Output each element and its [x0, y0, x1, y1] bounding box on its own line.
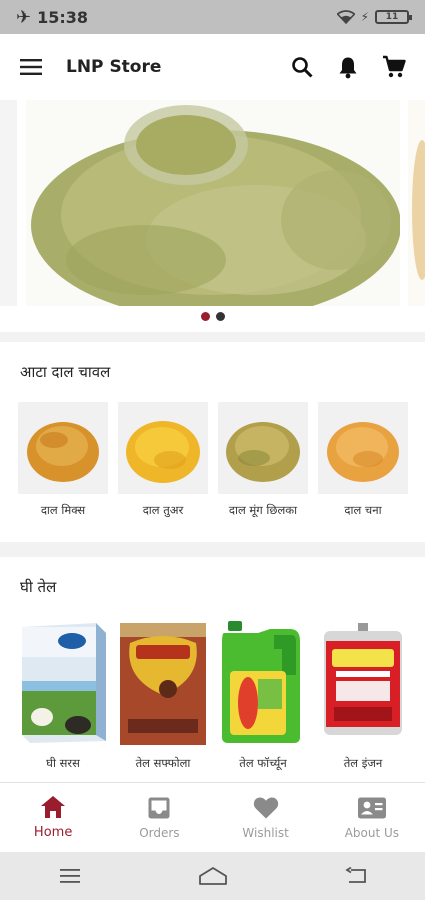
toor-dal-image — [126, 421, 200, 483]
ghee-saras-pack-image — [22, 623, 106, 743]
product-card[interactable]: तेल इंजन — [318, 619, 408, 771]
carousel-dot-active[interactable] — [200, 312, 210, 321]
category-section-atta-dal-chawal: आटा दाल चावल दाल मिक्स दाल तुअर दाल मूंग… — [0, 342, 425, 542]
cart-button[interactable] — [381, 54, 407, 80]
nav-wishlist[interactable]: Wishlist — [213, 783, 319, 852]
product-card[interactable]: दाल मूंग छिलका — [218, 402, 308, 518]
search-button[interactable] — [289, 54, 315, 80]
home-icon — [41, 796, 66, 818]
product-image — [118, 402, 208, 494]
system-navigation-bar — [0, 852, 425, 900]
product-card[interactable]: दाल तुअर — [118, 402, 208, 518]
product-card[interactable]: दाल चना — [318, 402, 408, 518]
product-card[interactable]: घी सरस — [18, 619, 108, 771]
inbox-icon — [148, 797, 170, 818]
dal-mix-image — [27, 422, 99, 482]
product-row: दाल मिक्स दाल तुअर दाल मूंग छिलका दाल चन… — [18, 402, 408, 518]
product-name: तेल इंजन — [343, 756, 383, 770]
recent-apps-icon[interactable] — [59, 868, 81, 884]
bell-icon — [339, 57, 357, 78]
search-icon — [292, 57, 313, 78]
engine-oil-tin-image — [324, 623, 402, 735]
product-name: घी सरस — [46, 756, 80, 770]
product-name: तेल फॉर्च्यून — [239, 756, 287, 770]
fortune-oil-jar-image — [222, 621, 300, 743]
nav-orders[interactable]: Orders — [106, 783, 212, 852]
bottom-navigation: Home Orders Wishlist About Us — [0, 782, 425, 852]
banner-slide-next[interactable] — [408, 100, 425, 306]
product-image — [318, 619, 408, 747]
product-image — [18, 619, 108, 747]
banner-slide-previous[interactable] — [0, 100, 17, 306]
back-icon[interactable] — [344, 867, 367, 885]
wifi-icon — [336, 10, 355, 24]
fennel-seeds-image — [26, 100, 400, 306]
carousel-indicator — [0, 312, 425, 321]
app-title: LNP Store — [66, 57, 162, 77]
charging-icon: ⚡ — [360, 10, 369, 24]
category-section-ghee-tel: घी तेल घी सरस तेल सफ्फोला तेल फॉर्च्यून … — [0, 557, 425, 782]
product-name: दाल चना — [344, 503, 382, 517]
notifications-button[interactable] — [335, 54, 361, 80]
status-indicators: ⚡ 11 — [336, 10, 412, 24]
product-image — [18, 402, 108, 494]
battery-icon: 11 — [375, 10, 412, 24]
banner-carousel[interactable] — [0, 100, 425, 332]
product-card[interactable]: दाल मिक्स — [18, 402, 108, 518]
contact-card-icon — [357, 797, 386, 818]
nav-label: Home — [33, 825, 73, 840]
cart-icon — [383, 55, 406, 78]
status-bar: ✈ 15:38 ⚡ 11 — [0, 0, 425, 34]
app-bar: LNP Store — [0, 34, 425, 100]
product-image — [318, 402, 408, 494]
product-name: दाल मिक्स — [40, 503, 86, 517]
chana-dal-image — [327, 422, 399, 482]
nav-home[interactable]: Home — [0, 783, 106, 852]
nav-label: About Us — [344, 825, 400, 840]
product-image — [218, 619, 308, 747]
nav-label: Orders — [139, 825, 180, 840]
menu-button[interactable] — [18, 54, 44, 80]
product-card[interactable]: तेल सफ्फोला — [118, 619, 208, 771]
section-title: आटा दाल चावल — [20, 363, 111, 381]
spice-image — [412, 140, 425, 280]
saffola-pack-image — [120, 623, 206, 745]
status-time: 15:38 — [37, 7, 89, 27]
product-image — [118, 619, 208, 747]
nav-about-us[interactable]: About Us — [319, 783, 425, 852]
airplane-mode-icon: ✈ — [16, 6, 32, 28]
product-card[interactable]: तेल फॉर्च्यून — [218, 619, 308, 771]
section-title: घी तेल — [20, 578, 57, 596]
nav-label: Wishlist — [242, 825, 289, 840]
carousel-dot[interactable] — [215, 312, 225, 321]
product-name: तेल सफ्फोला — [135, 756, 191, 770]
banner-slide[interactable] — [26, 100, 400, 306]
hamburger-icon — [20, 59, 42, 75]
product-row: घी सरस तेल सफ्फोला तेल फॉर्च्यून तेल इंज… — [18, 619, 408, 771]
home-system-icon[interactable] — [198, 866, 228, 886]
moong-chilka-image — [226, 422, 300, 482]
heart-icon — [253, 797, 278, 818]
product-image — [218, 402, 308, 494]
product-name: दाल मूंग छिलका — [228, 503, 298, 517]
product-name: दाल तुअर — [142, 503, 184, 517]
